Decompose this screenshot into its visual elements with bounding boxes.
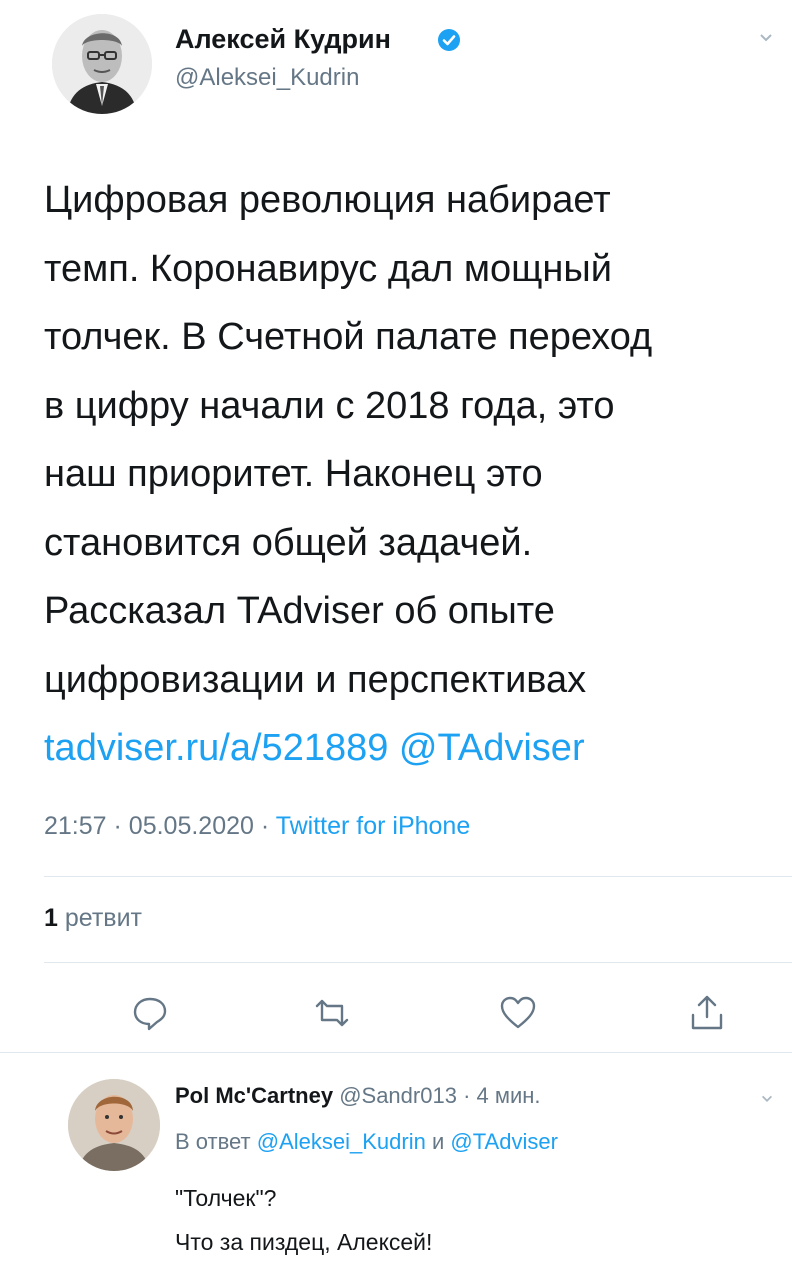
tweet-text-line: в цифру начали с 2018 года, это — [44, 384, 615, 427]
reply-to-line: В ответ @Aleksei_Kudrin и @TAdviser — [175, 1129, 558, 1155]
meta-separator: · — [260, 812, 276, 840]
tweet-mention[interactable]: @TAdviser — [399, 727, 585, 769]
tweet-text-line: Рассказал TAdviser об опыте — [44, 590, 555, 632]
tweet-link[interactable]: tadviser.ru/a/521889 — [44, 727, 388, 769]
reply-author-name[interactable]: Pol Mc'Cartney — [175, 1083, 333, 1108]
author-avatar[interactable] — [52, 14, 152, 114]
retweet-count: 1 — [44, 904, 58, 932]
author-avatar-image — [52, 14, 152, 114]
reply-text-line: "Толчек"? — [175, 1185, 277, 1211]
tweet-meta: 21:57 · 05.05.2020 · Twitter for iPhone — [44, 812, 470, 841]
author-handle[interactable]: @Aleksei_Kudrin — [175, 64, 359, 92]
author-name[interactable]: Алексей Кудрин — [175, 24, 391, 55]
reply-author-handle[interactable]: @Sandr013 — [339, 1083, 457, 1108]
retweet-icon[interactable] — [312, 993, 352, 1033]
divider — [44, 962, 792, 963]
tweet-source[interactable]: Twitter for iPhone — [276, 812, 471, 840]
verified-badge-icon — [438, 29, 460, 51]
reply-header: Pol Mc'Cartney @Sandr013 · 4 мин. — [175, 1083, 541, 1109]
reply-text-line: Что за пиздец, Алексей! — [175, 1229, 433, 1255]
reply-author-avatar[interactable] — [68, 1079, 160, 1171]
reply-time: 4 мин. — [476, 1083, 541, 1108]
tweet-time: 21:57 — [44, 812, 107, 840]
tweet-text: Цифровая революция набирает темп. Корона… — [44, 166, 784, 783]
tweet-text-line: темп. Коронавирус дал мощный — [44, 247, 612, 290]
reply-avatar-image — [68, 1079, 160, 1171]
tweet-text-line: толчек. В Счетной палате переход — [44, 316, 653, 358]
reply-mention[interactable]: @TAdviser — [450, 1129, 558, 1154]
chevron-down-icon[interactable] — [760, 1092, 774, 1106]
tweet-text-line: наш приоритет. Наконец это — [44, 453, 543, 495]
reply-prefix: В ответ — [175, 1129, 251, 1154]
tweet-text-line: становится общей задачей. — [44, 521, 533, 564]
meta-separator: · — [463, 1083, 471, 1108]
heart-icon[interactable] — [498, 993, 538, 1033]
divider — [44, 876, 792, 877]
tweet-text-line: Цифровая революция набирает — [44, 179, 611, 221]
tweet-link-row: tadviser.ru/a/521889 @TAdviser — [44, 714, 784, 783]
retweet-stats[interactable]: 1 ретвит — [44, 904, 142, 933]
reply-mention[interactable]: @Aleksei_Kudrin — [257, 1129, 426, 1154]
tweet-text-line: цифровизации и перспективах — [44, 658, 587, 701]
share-icon[interactable] — [687, 993, 727, 1033]
reply-text: "Толчек"? Что за пиздец, Алексей! — [175, 1176, 432, 1264]
divider — [0, 1052, 792, 1053]
tweet-screen: Алексей Кудрин @Aleksei_Kudrin Цифровая … — [0, 0, 792, 1279]
retweet-label: ретвит — [64, 904, 142, 932]
reply-icon[interactable] — [130, 993, 170, 1033]
tweet-date: 05.05.2020 — [128, 812, 254, 840]
chevron-down-icon[interactable] — [758, 30, 774, 46]
reply-and: и — [431, 1129, 445, 1154]
tweet-action-bar — [0, 985, 792, 1045]
meta-separator: · — [113, 812, 129, 840]
